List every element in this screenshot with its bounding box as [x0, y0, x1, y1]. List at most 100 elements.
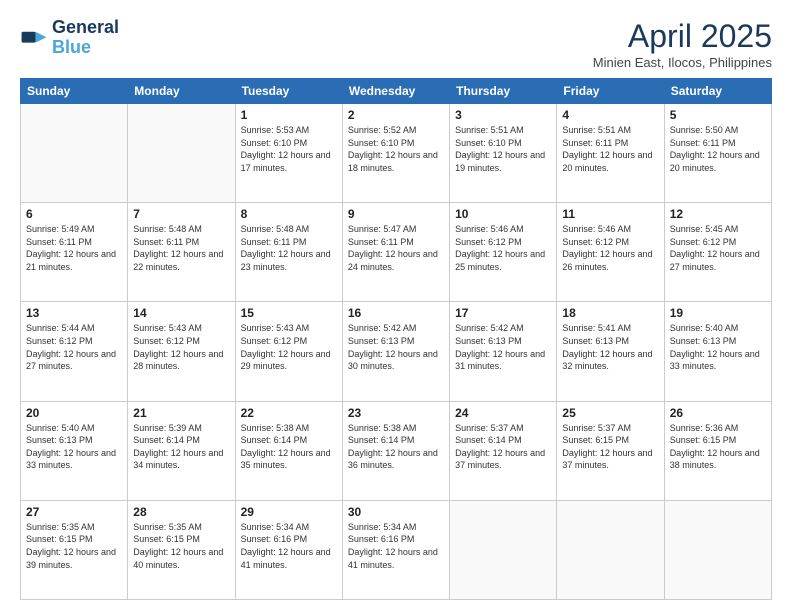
calendar-cell: 6 Sunrise: 5:49 AM Sunset: 6:11 PM Daylig… — [21, 203, 128, 302]
day-number: 6 — [26, 207, 122, 221]
day-number: 27 — [26, 505, 122, 519]
day-number: 23 — [348, 406, 444, 420]
day-info: Sunrise: 5:41 AM Sunset: 6:13 PM Dayligh… — [562, 322, 658, 372]
calendar-header-monday: Monday — [128, 79, 235, 104]
day-number: 20 — [26, 406, 122, 420]
calendar-cell: 5Sunrise: 5:50 AM Sunset: 6:11 PM Daylig… — [664, 104, 771, 203]
day-info: Sunrise: 5:37 AM Sunset: 6:15 PM Dayligh… — [562, 422, 658, 472]
subtitle: Minien East, Ilocos, Philippines — [593, 55, 772, 70]
day-info: Sunrise: 5:45 AM Sunset: 6:12 PM Dayligh… — [670, 223, 766, 273]
calendar-cell: 19Sunrise: 5:40 AM Sunset: 6:13 PM Dayli… — [664, 302, 771, 401]
day-info: Sunrise: 5:53 AM Sunset: 6:10 PM Dayligh… — [241, 124, 337, 174]
day-info: Sunrise: 5:39 AM Sunset: 6:14 PM Dayligh… — [133, 422, 229, 472]
page: General Blue April 2025 Minien East, Ilo… — [0, 0, 792, 612]
day-number: 30 — [348, 505, 444, 519]
calendar-cell: 23 Sunrise: 5:38 AM Sunset: 6:14 PM Dayli… — [342, 401, 449, 500]
day-info: Sunrise: 5:40 AM Sunset: 6:13 PM Dayligh… — [670, 322, 766, 372]
day-number: 4 — [562, 108, 658, 122]
day-info: Sunrise: 5:52 AM Sunset: 6:10 PM Dayligh… — [348, 124, 444, 174]
day-info: Sunrise: 5:51 AM Sunset: 6:10 PM Dayligh… — [455, 124, 551, 174]
day-info: Sunrise: 5:42 AM Sunset: 6:13 PM Dayligh… — [455, 322, 551, 372]
day-number: 16 — [348, 306, 444, 320]
day-info: Sunrise: 5:34 AM Sunset: 6:16 PM Dayligh… — [348, 521, 444, 571]
calendar-cell: 10 Sunrise: 5:46 AM Sunset: 6:12 PM Dayli… — [450, 203, 557, 302]
calendar-cell: 13Sunrise: 5:44 AM Sunset: 6:12 PM Dayli… — [21, 302, 128, 401]
day-info: Sunrise: 5:48 AM Sunset: 6:11 PM Dayligh… — [133, 223, 229, 273]
logo: General Blue — [20, 18, 119, 58]
calendar-cell: 26Sunrise: 5:36 AM Sunset: 6:15 PM Dayli… — [664, 401, 771, 500]
day-info: Sunrise: 5:37 AM Sunset: 6:14 PM Dayligh… — [455, 422, 551, 472]
calendar-header-tuesday: Tuesday — [235, 79, 342, 104]
calendar-header-thursday: Thursday — [450, 79, 557, 104]
calendar-cell: 27Sunrise: 5:35 AM Sunset: 6:15 PM Dayli… — [21, 500, 128, 599]
day-number: 10 — [455, 207, 551, 221]
day-info: Sunrise: 5:40 AM Sunset: 6:13 PM Dayligh… — [26, 422, 122, 472]
day-number: 13 — [26, 306, 122, 320]
logo-line1: General — [52, 18, 119, 38]
calendar-header-wednesday: Wednesday — [342, 79, 449, 104]
calendar-cell: 11Sunrise: 5:46 AM Sunset: 6:12 PM Dayli… — [557, 203, 664, 302]
calendar-cell — [450, 500, 557, 599]
calendar-cell: 29 Sunrise: 5:34 AM Sunset: 6:16 PM Dayli… — [235, 500, 342, 599]
calendar-header-sunday: Sunday — [21, 79, 128, 104]
header: General Blue April 2025 Minien East, Ilo… — [20, 18, 772, 70]
calendar-week-4: 20 Sunrise: 5:40 AM Sunset: 6:13 PM Dayli… — [21, 401, 772, 500]
day-info: Sunrise: 5:34 AM Sunset: 6:16 PM Dayligh… — [241, 521, 337, 571]
day-info: Sunrise: 5:43 AM Sunset: 6:12 PM Dayligh… — [241, 322, 337, 372]
calendar-cell: 12Sunrise: 5:45 AM Sunset: 6:12 PM Dayli… — [664, 203, 771, 302]
calendar-cell — [128, 104, 235, 203]
logo-line2: Blue — [52, 38, 119, 58]
day-info: Sunrise: 5:46 AM Sunset: 6:12 PM Dayligh… — [562, 223, 658, 273]
title-area: April 2025 Minien East, Ilocos, Philippi… — [593, 18, 772, 70]
day-number: 29 — [241, 505, 337, 519]
calendar-cell: 2 Sunrise: 5:52 AM Sunset: 6:10 PM Daylig… — [342, 104, 449, 203]
calendar-cell — [664, 500, 771, 599]
day-number: 24 — [455, 406, 551, 420]
calendar-cell: 8 Sunrise: 5:48 AM Sunset: 6:11 PM Daylig… — [235, 203, 342, 302]
day-info: Sunrise: 5:43 AM Sunset: 6:12 PM Dayligh… — [133, 322, 229, 372]
calendar-cell: 14 Sunrise: 5:43 AM Sunset: 6:12 PM Dayli… — [128, 302, 235, 401]
day-number: 3 — [455, 108, 551, 122]
day-number: 7 — [133, 207, 229, 221]
day-info: Sunrise: 5:49 AM Sunset: 6:11 PM Dayligh… — [26, 223, 122, 273]
day-number: 25 — [562, 406, 658, 420]
logo-icon — [20, 24, 48, 52]
day-number: 21 — [133, 406, 229, 420]
day-info: Sunrise: 5:38 AM Sunset: 6:14 PM Dayligh… — [241, 422, 337, 472]
month-title: April 2025 — [593, 18, 772, 55]
day-info: Sunrise: 5:51 AM Sunset: 6:11 PM Dayligh… — [562, 124, 658, 174]
calendar-cell: 22Sunrise: 5:38 AM Sunset: 6:14 PM Dayli… — [235, 401, 342, 500]
logo-text: General Blue — [52, 18, 119, 58]
calendar-cell: 18 Sunrise: 5:41 AM Sunset: 6:13 PM Dayli… — [557, 302, 664, 401]
day-number: 1 — [241, 108, 337, 122]
day-number: 8 — [241, 207, 337, 221]
calendar-cell — [21, 104, 128, 203]
day-info: Sunrise: 5:46 AM Sunset: 6:12 PM Dayligh… — [455, 223, 551, 273]
calendar-week-2: 6 Sunrise: 5:49 AM Sunset: 6:11 PM Daylig… — [21, 203, 772, 302]
calendar-cell: 17 Sunrise: 5:42 AM Sunset: 6:13 PM Dayli… — [450, 302, 557, 401]
day-info: Sunrise: 5:48 AM Sunset: 6:11 PM Dayligh… — [241, 223, 337, 273]
calendar-cell: 25 Sunrise: 5:37 AM Sunset: 6:15 PM Dayli… — [557, 401, 664, 500]
day-info: Sunrise: 5:38 AM Sunset: 6:14 PM Dayligh… — [348, 422, 444, 472]
day-info: Sunrise: 5:47 AM Sunset: 6:11 PM Dayligh… — [348, 223, 444, 273]
calendar-header-saturday: Saturday — [664, 79, 771, 104]
day-info: Sunrise: 5:50 AM Sunset: 6:11 PM Dayligh… — [670, 124, 766, 174]
calendar-cell: 1 Sunrise: 5:53 AM Sunset: 6:10 PM Daylig… — [235, 104, 342, 203]
calendar-week-5: 27Sunrise: 5:35 AM Sunset: 6:15 PM Dayli… — [21, 500, 772, 599]
calendar-week-3: 13Sunrise: 5:44 AM Sunset: 6:12 PM Dayli… — [21, 302, 772, 401]
calendar-cell: 24 Sunrise: 5:37 AM Sunset: 6:14 PM Dayli… — [450, 401, 557, 500]
calendar-table: SundayMondayTuesdayWednesdayThursdayFrid… — [20, 78, 772, 600]
calendar-cell: 7 Sunrise: 5:48 AM Sunset: 6:11 PM Daylig… — [128, 203, 235, 302]
calendar-cell: 21 Sunrise: 5:39 AM Sunset: 6:14 PM Dayli… — [128, 401, 235, 500]
day-number: 9 — [348, 207, 444, 221]
calendar-cell: 9 Sunrise: 5:47 AM Sunset: 6:11 PM Daylig… — [342, 203, 449, 302]
calendar-cell: 20 Sunrise: 5:40 AM Sunset: 6:13 PM Dayli… — [21, 401, 128, 500]
calendar-cell: 30 Sunrise: 5:34 AM Sunset: 6:16 PM Dayli… — [342, 500, 449, 599]
day-number: 14 — [133, 306, 229, 320]
day-number: 18 — [562, 306, 658, 320]
day-number: 2 — [348, 108, 444, 122]
calendar-cell: 28Sunrise: 5:35 AM Sunset: 6:15 PM Dayli… — [128, 500, 235, 599]
calendar-cell — [557, 500, 664, 599]
day-number: 17 — [455, 306, 551, 320]
calendar-cell: 16Sunrise: 5:42 AM Sunset: 6:13 PM Dayli… — [342, 302, 449, 401]
